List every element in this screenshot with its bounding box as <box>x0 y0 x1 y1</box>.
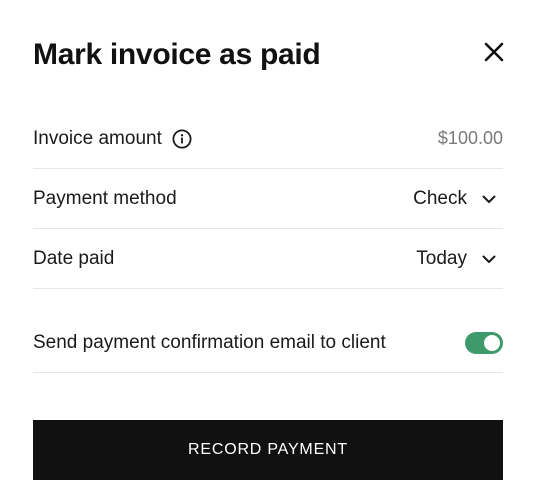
payment-method-row: Payment method Check <box>33 169 503 229</box>
chevron-down-icon <box>481 251 497 267</box>
invoice-amount-row: Invoice amount $100.00 <box>33 109 503 169</box>
send-confirmation-toggle[interactable] <box>465 332 503 354</box>
invoice-amount-label: Invoice amount <box>33 127 162 149</box>
invoice-amount-value: $100.00 <box>437 128 503 148</box>
send-confirmation-row: Send payment confirmation email to clien… <box>33 314 503 373</box>
toggle-knob <box>484 335 500 351</box>
date-paid-select[interactable]: Today <box>416 248 503 270</box>
record-payment-button[interactable]: RECORD PAYMENT <box>33 420 503 480</box>
close-button[interactable] <box>480 38 508 66</box>
close-icon <box>484 42 504 62</box>
chevron-down-icon <box>481 191 497 207</box>
payment-method-label: Payment method <box>33 187 177 209</box>
invoice-amount-label-group: Invoice amount <box>33 128 192 150</box>
date-paid-label: Date paid <box>33 247 115 269</box>
date-paid-row: Date paid Today <box>33 229 503 289</box>
dialog-title: Mark invoice as paid <box>33 38 321 71</box>
date-paid-value: Today <box>416 247 467 269</box>
payment-method-value: Check <box>413 187 467 209</box>
info-icon[interactable] <box>172 128 192 149</box>
send-confirmation-label: Send payment confirmation email to clien… <box>33 332 386 353</box>
payment-method-select[interactable]: Check <box>413 188 503 210</box>
mark-invoice-paid-dialog: Mark invoice as paid Invoice amount $100… <box>0 0 536 498</box>
